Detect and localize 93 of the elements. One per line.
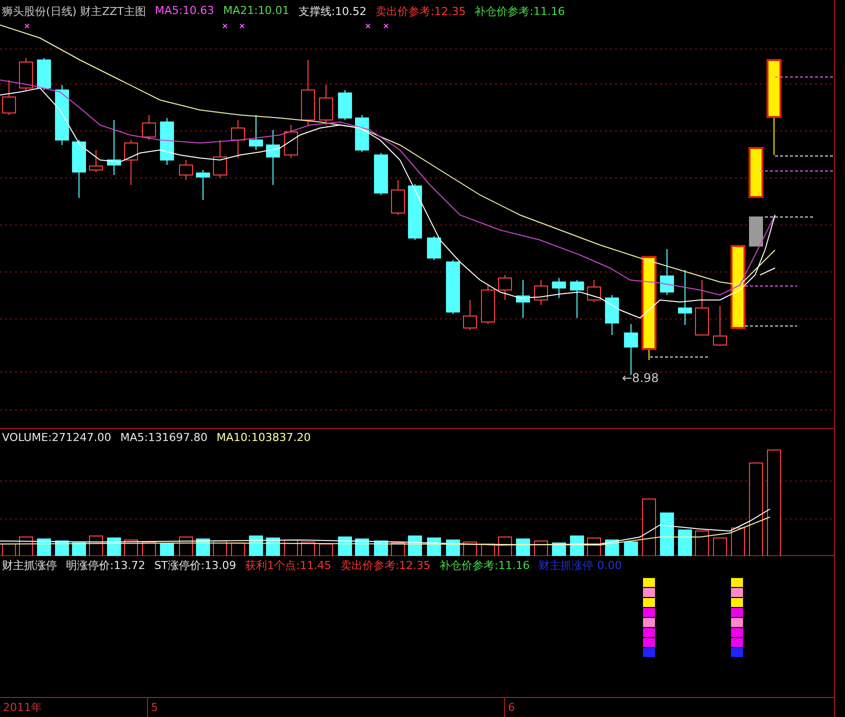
volume-bar	[266, 538, 280, 556]
legend-text: ST涨停价:13.09	[154, 558, 236, 573]
volume-bar	[338, 536, 352, 556]
candlestick	[570, 280, 584, 318]
volume-bar	[301, 542, 315, 556]
volume-bar	[642, 498, 656, 556]
price-label: ←8.98	[622, 371, 659, 385]
volume-bar	[19, 536, 33, 556]
volume-bar	[678, 530, 692, 556]
candlestick	[660, 248, 674, 296]
volume-bar	[463, 542, 477, 556]
candlestick	[481, 284, 495, 324]
volume-bar	[695, 530, 709, 556]
price-level-line	[650, 356, 710, 358]
legend-text: MA5:10.63	[154, 4, 214, 19]
candlestick	[196, 170, 210, 200]
volume-bar	[624, 542, 638, 556]
volume-bar	[713, 538, 727, 556]
legend-text: MA5:131697.80	[120, 431, 208, 444]
candlestick	[749, 216, 763, 246]
axis-label: 5	[151, 701, 158, 714]
volume-bar	[587, 538, 601, 556]
candlestick	[19, 58, 33, 90]
volume-bar	[107, 538, 121, 556]
candlestick	[552, 278, 566, 298]
candlestick	[213, 140, 227, 178]
candlestick	[107, 120, 121, 176]
candlestick	[748, 147, 764, 198]
legend-text: 狮头股份(日线) 财主ZZT主图	[2, 4, 146, 19]
legend-text: 卖出价参考:12.35	[376, 4, 466, 19]
candlestick	[142, 114, 156, 140]
candlestick	[319, 84, 333, 126]
candlestick	[55, 84, 69, 146]
candlestick	[160, 118, 174, 166]
candlestick	[124, 140, 138, 186]
volume-bar	[570, 536, 584, 556]
candlestick	[605, 294, 619, 336]
candlestick	[408, 184, 422, 240]
volume-bar	[319, 544, 333, 556]
candlestick	[695, 280, 709, 336]
candlestick	[678, 270, 692, 326]
candlestick	[463, 300, 477, 330]
volume-bar	[516, 538, 530, 556]
axis-label: 2011年	[3, 700, 42, 715]
legend-text: 补仓价参考:11.16	[474, 4, 565, 19]
volume-bar	[142, 542, 156, 556]
candlestick	[587, 280, 601, 302]
candlestick	[231, 120, 245, 158]
candlestick	[355, 114, 369, 152]
candlestick	[301, 60, 315, 126]
candlestick	[37, 58, 51, 90]
axis-label: 6	[508, 701, 515, 714]
candlestick	[516, 280, 530, 318]
candlestick	[534, 280, 548, 306]
legend-text: MA10:103837.20	[216, 431, 311, 444]
price-level-line	[764, 216, 816, 218]
candlestick	[89, 150, 103, 172]
candlestick	[391, 180, 405, 216]
candlestick	[446, 260, 460, 314]
candlestick	[284, 124, 298, 158]
candlestick	[266, 130, 280, 186]
legend-text: 卖出价参考:12.35	[340, 558, 431, 573]
candlestick	[338, 90, 352, 120]
legend-text: 支撑线:10.52	[298, 4, 367, 19]
candlestick	[427, 236, 441, 260]
candlestick	[374, 152, 388, 196]
candlestick	[179, 160, 193, 180]
volume-bar	[660, 512, 674, 556]
candlestick	[72, 140, 86, 198]
legend-text: VOLUME:271247.00	[2, 431, 112, 444]
legend-text: MA21:10.01	[223, 4, 290, 19]
volume-bar	[231, 542, 245, 556]
volume-bar	[179, 536, 193, 556]
volume-bar	[72, 542, 86, 556]
candlestick	[713, 306, 727, 346]
legend-text: 明涨停价:13.72	[66, 558, 146, 573]
candlestick	[498, 274, 512, 300]
legend-text: 财主抓涨停 0.00	[538, 558, 622, 573]
volume-bar	[427, 538, 441, 556]
volume-bar	[498, 536, 512, 556]
legend-text: 补仓价参考:11.16	[440, 558, 530, 573]
volume-bar	[89, 536, 103, 556]
legend-text: 财主抓涨停	[2, 558, 57, 573]
volume-bar	[731, 528, 745, 556]
volume-bar	[408, 536, 422, 556]
price-level-line	[774, 76, 834, 78]
legend-text: 获利1个点:11.45	[245, 558, 332, 573]
volume-bar	[391, 542, 405, 556]
candlestick	[249, 114, 263, 150]
volume-bar	[481, 544, 495, 556]
volume-bar	[160, 544, 174, 556]
volume-bar	[249, 536, 263, 556]
volume-bar	[534, 540, 548, 556]
